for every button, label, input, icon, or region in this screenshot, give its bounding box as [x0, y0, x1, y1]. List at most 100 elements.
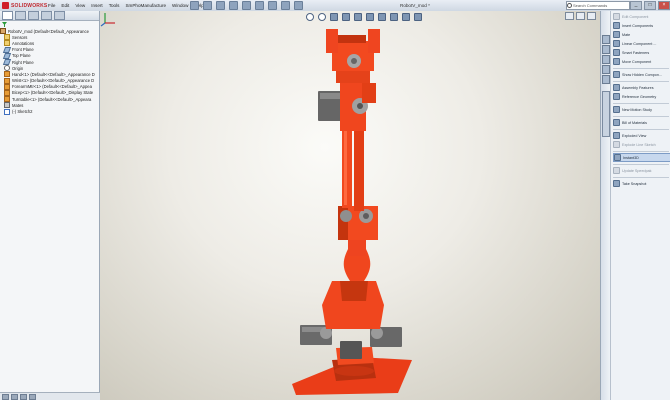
plane-icon	[2, 46, 12, 53]
menu-insert[interactable]: Insert	[91, 3, 103, 8]
print-icon[interactable]	[229, 1, 238, 10]
options-icon[interactable]	[294, 1, 303, 10]
manager-tabs	[0, 11, 99, 21]
solidworks-resources-icon[interactable]	[602, 35, 610, 44]
minimize-button[interactable]: _	[630, 1, 642, 10]
plane-icon	[2, 52, 12, 59]
tree-nav-icon[interactable]	[2, 393, 9, 400]
edit-component-button[interactable]: Edit Component	[613, 13, 669, 20]
appearances-icon[interactable]	[602, 75, 610, 84]
robot-arm-model[interactable]	[100, 11, 600, 400]
search-commands-input[interactable]: Search Commands	[566, 1, 630, 10]
speedpak-icon	[613, 167, 620, 174]
wrist-joint	[318, 81, 376, 131]
reference-triad-icon	[100, 13, 115, 27]
insert-components-button[interactable]: Insert Components	[613, 22, 669, 29]
sensor-icon	[4, 34, 10, 41]
tree-item-assembly[interactable]: RobotV_mod (Default<Default_Appearance	[0, 28, 99, 35]
dimxpert-tab-icon[interactable]	[41, 11, 52, 20]
reference-geometry-icon	[613, 93, 620, 100]
separator	[613, 68, 669, 69]
view-palette-icon[interactable]	[602, 65, 610, 74]
elbow-joint	[338, 206, 378, 240]
show-hidden-components-button[interactable]: Show Hidden Compon...	[613, 71, 669, 78]
menu-edit[interactable]: Edit	[61, 3, 69, 8]
filter-icon[interactable]	[2, 22, 7, 27]
quick-access-toolbar	[190, 1, 303, 10]
turntable-servos	[300, 325, 402, 359]
mate-button[interactable]: Mate	[613, 31, 669, 38]
tree-nav-icon[interactable]	[29, 393, 36, 400]
move-component-button[interactable]: Move Component	[613, 58, 669, 65]
tree-item-bicep[interactable]: Bicep<1> (Default<<Default>_Display Stat…	[0, 89, 99, 96]
bicep-link	[322, 226, 384, 329]
menu-tools[interactable]: Tools	[109, 3, 120, 8]
smart-fasteners-button[interactable]: Smart Fasteners	[613, 49, 669, 56]
select-icon[interactable]	[255, 1, 264, 10]
separator	[613, 116, 669, 117]
tree-nav-icon[interactable]	[20, 393, 27, 400]
smart-fasteners-icon	[613, 49, 620, 56]
feature-tree: RobotV_mod (Default<Default_Appearance S…	[0, 28, 99, 115]
explode-line-sketch-button[interactable]: Explode Line Sketch	[613, 141, 669, 148]
open-icon[interactable]	[203, 1, 212, 10]
plane-icon	[2, 59, 12, 66]
command-tab-assembly[interactable]	[602, 91, 610, 137]
annotation-icon	[4, 40, 10, 47]
design-library-icon[interactable]	[602, 45, 610, 54]
featuremanager-tab-icon[interactable]	[2, 11, 13, 20]
new-motion-study-button[interactable]: New Motion Study	[613, 106, 669, 113]
file-properties-icon[interactable]	[281, 1, 290, 10]
panel-status-bar	[0, 392, 101, 400]
tree-filter-row	[0, 21, 99, 28]
part-icon	[4, 71, 10, 78]
instant3d-icon	[614, 154, 621, 161]
separator	[613, 151, 669, 152]
tree-item-wrist[interactable]: Wrist<1> (Default<<Default>_Appearance D	[0, 77, 99, 84]
linear-component-pattern-button[interactable]: Linear Component ...	[613, 40, 669, 47]
menu-smpho[interactable]: SmPhoManufacture	[125, 3, 166, 8]
menu-file[interactable]: File	[48, 3, 55, 8]
reference-geometry-button[interactable]: Reference Geometry	[613, 93, 669, 100]
separator	[613, 129, 669, 130]
new-document-icon[interactable]	[190, 1, 199, 10]
assembly-features-button[interactable]: Assembly Features	[613, 84, 669, 91]
instant3d-button[interactable]: Instant3D	[613, 153, 670, 162]
gripper	[326, 29, 380, 83]
snapshot-icon	[613, 180, 620, 187]
app-logo[interactable]: SOLIDWORKS	[2, 1, 47, 10]
close-button[interactable]: ×	[658, 1, 670, 10]
take-snapshot-button[interactable]: Take Snapshot	[613, 180, 669, 187]
separator	[613, 164, 669, 165]
feature-manager-panel: RobotV_mod (Default<Default_Appearance S…	[0, 11, 101, 400]
motion-study-icon	[613, 106, 620, 113]
maximize-button[interactable]: □	[644, 1, 656, 10]
menu-view[interactable]: View	[75, 3, 85, 8]
mates-icon	[4, 102, 10, 109]
tree-item-turntable[interactable]: Turntable<1> (Default<<Default>_Appeara	[0, 96, 99, 103]
bill-of-materials-button[interactable]: Bill of Materials	[613, 119, 669, 126]
show-hidden-icon	[613, 71, 620, 78]
linear-pattern-icon	[613, 40, 620, 47]
undo-icon[interactable]	[242, 1, 251, 10]
tree-item-sketch2[interactable]: (-) Sketch2	[0, 108, 99, 115]
configurationmanager-tab-icon[interactable]	[28, 11, 39, 20]
part-icon	[4, 77, 10, 84]
solidworks-logo-icon	[2, 2, 9, 9]
move-component-icon	[613, 58, 620, 65]
file-explorer-icon[interactable]	[602, 55, 610, 64]
menu-window[interactable]: Window	[172, 3, 188, 8]
save-icon[interactable]	[216, 1, 225, 10]
update-speedpak-button[interactable]: Update Speedpak	[613, 167, 669, 174]
graphics-viewport[interactable]	[100, 11, 600, 400]
rebuild-icon[interactable]	[268, 1, 277, 10]
propertymanager-tab-icon[interactable]	[15, 11, 26, 20]
menu-bar: File Edit View Insert Tools SmPhoManufac…	[48, 1, 204, 10]
display-manager-tab-icon[interactable]	[54, 11, 65, 20]
tree-nav-icon[interactable]	[11, 393, 18, 400]
tree-item-hand[interactable]: Hand<1> (Default<<Default>_Appearance D	[0, 71, 99, 78]
tree-item-forearm[interactable]: ForearmMtr<1> (Default<<Default>_Appea	[0, 83, 99, 90]
brand-label: SOLIDWORKS	[11, 2, 48, 9]
separator	[613, 81, 669, 82]
exploded-view-button[interactable]: Exploded View	[613, 132, 669, 139]
